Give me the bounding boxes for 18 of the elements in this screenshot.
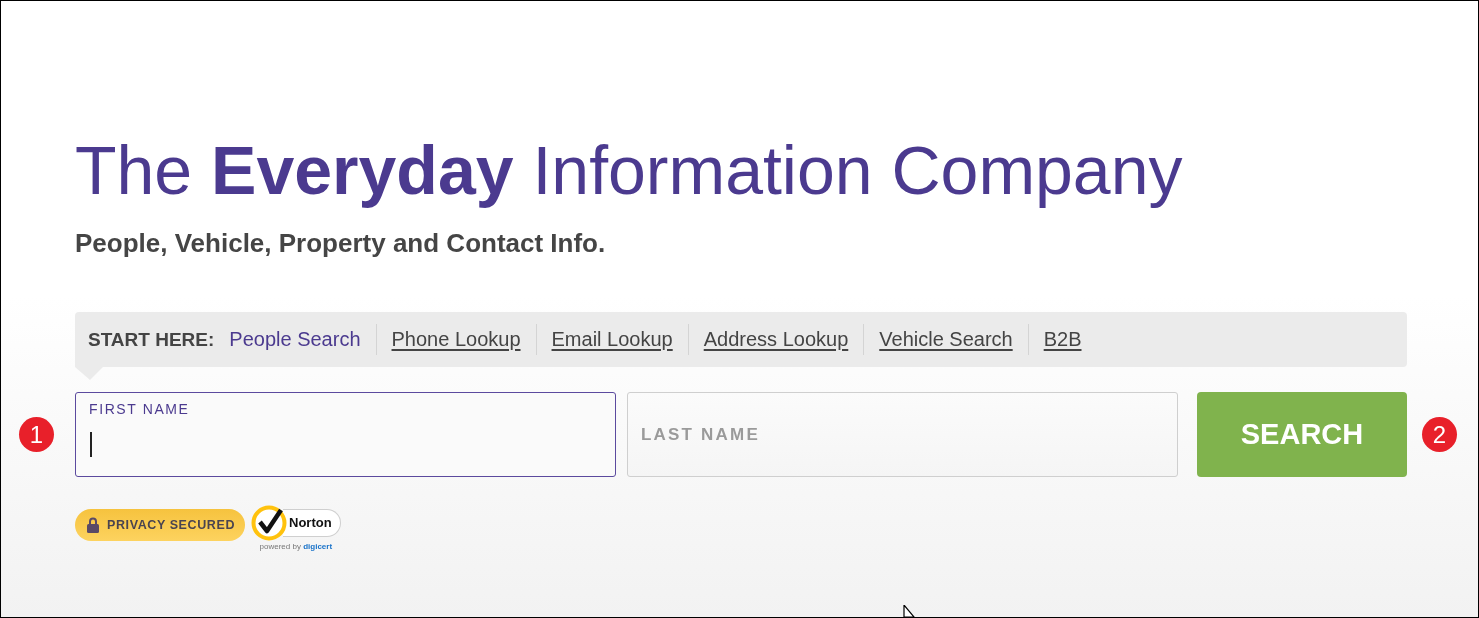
headline: The Everyday Information Company (75, 134, 1183, 206)
search-type-tab[interactable]: Address Lookup (703, 328, 849, 351)
search-type-tab[interactable]: Email Lookup (551, 328, 673, 351)
privacy-secured-label: PRIVACY SECURED (107, 518, 235, 532)
norton-label: Norton (283, 509, 341, 537)
text-cursor-icon (90, 432, 92, 457)
subtitle: People, Vehicle, Property and Contact Info. (75, 230, 606, 256)
first-name-field[interactable]: FIRST NAME (75, 392, 616, 477)
annotation-marker: 1 (19, 417, 54, 452)
start-here-label: START HERE: (88, 328, 215, 351)
search-type-tab[interactable]: Phone Lookup (391, 328, 521, 351)
search-type-tab[interactable]: B2B (1043, 328, 1082, 351)
search-type-tab[interactable]: People Search (229, 328, 361, 351)
lock-icon (87, 517, 99, 533)
search-type-tab[interactable]: Vehicle Search (879, 328, 1013, 351)
checkmark-seal-icon (251, 505, 287, 541)
powered-by-text: powered by digicert (259, 542, 333, 552)
annotation-marker: 2 (1422, 417, 1457, 452)
